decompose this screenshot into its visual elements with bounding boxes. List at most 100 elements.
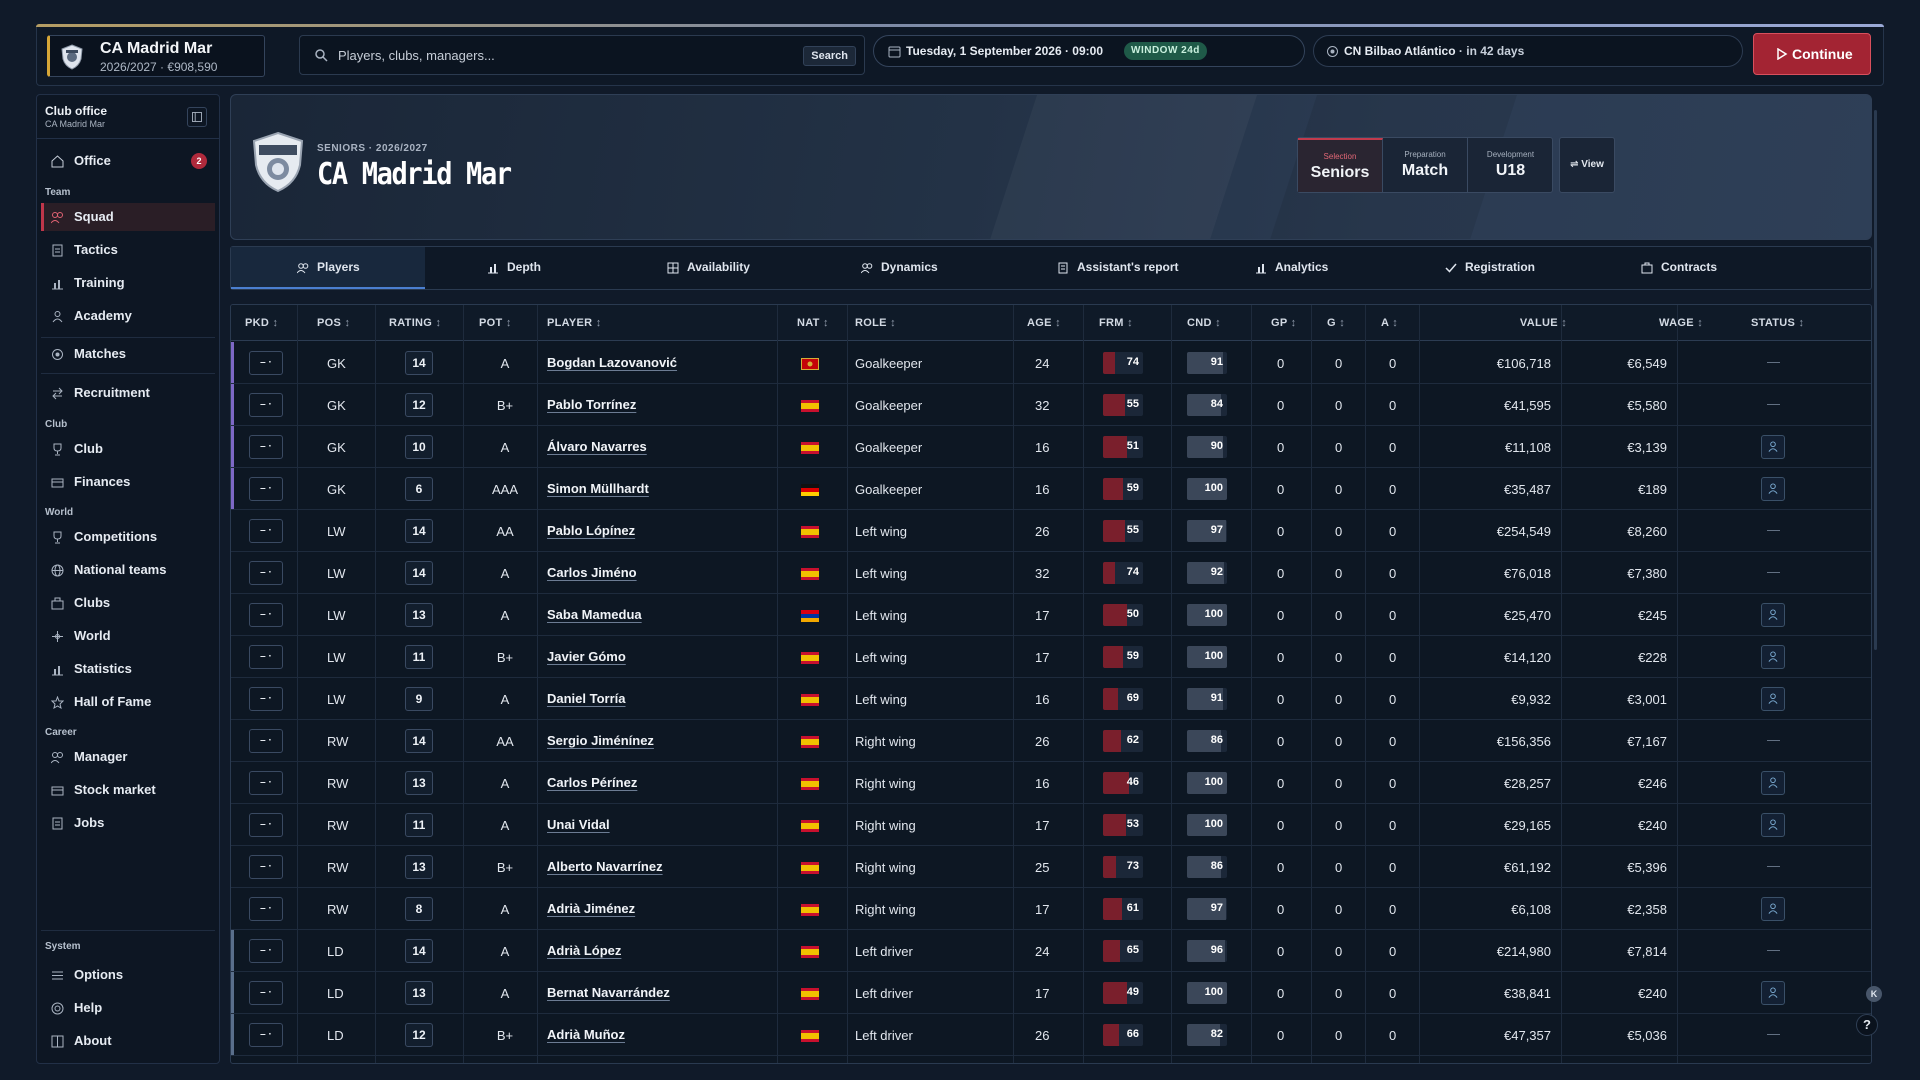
player-name-link[interactable]: Sergio Jiménínez: [547, 733, 654, 748]
player-name-link[interactable]: Adrià Jiménez: [547, 901, 635, 916]
pick-button[interactable]: – ·: [249, 813, 283, 837]
sidebar-item-squad[interactable]: Squad: [41, 203, 215, 231]
sidebar-item-hall-of-fame[interactable]: Hall of Fame: [41, 688, 215, 716]
next-match[interactable]: CN Bilbao Atlántico · in 42 days: [1313, 35, 1743, 67]
pick-button[interactable]: – ·: [249, 351, 283, 375]
sidebar-item-finances[interactable]: Finances: [41, 468, 215, 496]
pick-button[interactable]: – ·: [249, 771, 283, 795]
sidebar-item-statistics[interactable]: Statistics: [41, 655, 215, 683]
table-row[interactable]: – · LW 9 A Daniel Torría Left wing 16 69 91 0 0 0 €9…: [231, 678, 1871, 720]
table-row[interactable]: – · GK 14 A Bogdan Lazovanović Goalkeeper 24 74…: [231, 342, 1871, 384]
pick-button[interactable]: – ·: [249, 897, 283, 921]
column-header[interactable]: RATING ↕: [389, 317, 441, 329]
table-row[interactable]: – · RW 8 A Adrià Jiménez Right wing 17 61 97 0 0 0 €…: [231, 888, 1871, 930]
column-header[interactable]: POS ↕: [317, 317, 350, 329]
tab-assistants-report[interactable]: Assistant's report: [1007, 247, 1201, 289]
pick-button[interactable]: – ·: [249, 393, 283, 417]
sidebar-item-clubs[interactable]: Clubs: [41, 589, 215, 617]
tab-depth[interactable]: Depth: [425, 247, 619, 289]
youth-status-button[interactable]: [1761, 435, 1785, 459]
pick-button[interactable]: – ·: [249, 645, 283, 669]
table-row[interactable]: – · GK 6 AAA Simon Müllhardt Goalkeeper 16 59 10…: [231, 468, 1871, 510]
player-name-link[interactable]: Unai Vidal: [547, 817, 610, 832]
youth-status-button[interactable]: [1761, 687, 1785, 711]
sidebar-item-about[interactable]: About: [41, 1027, 215, 1055]
sidebar-item-training[interactable]: Training: [41, 269, 215, 297]
tab-registration[interactable]: Registration: [1395, 247, 1589, 289]
column-header[interactable]: G ↕: [1327, 317, 1345, 329]
column-header[interactable]: POT ↕: [479, 317, 512, 329]
player-name-link[interactable]: Carlos Pérínez: [547, 775, 637, 790]
table-row[interactable]: – · LW 14 AA Pablo Lópínez Left wing 26 55 97 0 0 0…: [231, 510, 1871, 552]
sidebar-item-club[interactable]: Club: [41, 435, 215, 463]
column-header[interactable]: PLAYER ↕: [547, 317, 602, 329]
sidebar-item-matches[interactable]: Matches: [41, 340, 215, 368]
sidebar-item-national-teams[interactable]: National teams: [41, 556, 215, 584]
sidebar-item-academy[interactable]: Academy: [41, 302, 215, 330]
pick-button[interactable]: – ·: [249, 477, 283, 501]
sidebar-item-jobs[interactable]: Jobs: [41, 809, 215, 837]
date-display[interactable]: Tuesday, 1 September 2026 · 09:00 WINDOW…: [873, 35, 1305, 67]
player-name-link[interactable]: Pablo Lópínez: [547, 523, 635, 538]
pick-button[interactable]: – ·: [249, 561, 283, 585]
player-name-link[interactable]: Adrià López: [547, 943, 621, 958]
view-options-button[interactable]: ⇌ View: [1559, 137, 1615, 193]
column-header[interactable]: WAGE ↕: [1659, 317, 1703, 329]
sidebar-item-stock-market[interactable]: Stock market: [41, 776, 215, 804]
player-name-link[interactable]: Álvaro Navarres: [547, 439, 647, 454]
continue-button[interactable]: Continue: [1753, 33, 1871, 75]
pick-button[interactable]: – ·: [249, 939, 283, 963]
column-header[interactable]: GP ↕: [1271, 317, 1296, 329]
pick-button[interactable]: – ·: [249, 981, 283, 1005]
global-search[interactable]: Players, clubs, managers... Search: [299, 35, 865, 75]
tab-players[interactable]: Players: [231, 247, 425, 289]
pick-button[interactable]: – ·: [249, 519, 283, 543]
column-header[interactable]: FRM ↕: [1099, 317, 1133, 329]
youth-status-button[interactable]: [1761, 771, 1785, 795]
player-name-link[interactable]: Bogdan Lazovanović: [547, 355, 677, 370]
segment-preparation[interactable]: Preparation Match: [1383, 138, 1468, 192]
column-header[interactable]: A ↕: [1381, 317, 1398, 329]
pick-button[interactable]: – ·: [249, 435, 283, 459]
player-name-link[interactable]: Bernat Navarrández: [547, 985, 670, 1000]
player-name-link[interactable]: Daniel Torría: [547, 691, 626, 706]
column-header[interactable]: NAT ↕: [797, 317, 829, 329]
column-header[interactable]: AGE ↕: [1027, 317, 1061, 329]
segment-selection[interactable]: Selection Seniors: [1298, 138, 1383, 192]
segment-development[interactable]: Development U18: [1468, 138, 1553, 192]
club-brand[interactable]: CA Madrid Mar 2026/2027 · €908,590: [47, 35, 265, 77]
pick-button[interactable]: – ·: [249, 729, 283, 753]
table-row[interactable]: – · LW 14 A Carlos Jiméno Left wing 32 74 92 0 0 0 €…: [231, 552, 1871, 594]
table-row[interactable]: – · LD 13 A Bernat Navarrández Left driver 17 4…: [231, 972, 1871, 1014]
sidebar-item-help[interactable]: Help: [41, 994, 215, 1022]
table-row[interactable]: – · GK 10 A Álvaro Navarres Goalkeeper 16 51 90 0…: [231, 426, 1871, 468]
column-header[interactable]: VALUE ↕: [1520, 317, 1567, 329]
search-button[interactable]: Search: [803, 46, 856, 66]
column-header[interactable]: ROLE ↕: [855, 317, 896, 329]
table-row[interactable]: – · RW 13 A Carlos Pérínez Right wing 16 46 100 0…: [231, 762, 1871, 804]
column-header[interactable]: STATUS ↕: [1751, 317, 1804, 329]
table-row[interactable]: – · RW 13 B+ Alberto Navarrínez Right wing 25 7…: [231, 846, 1871, 888]
table-row[interactable]: – · GK 12 B+ Pablo Torrínez Goalkeeper 32 55 84 0…: [231, 384, 1871, 426]
player-name-link[interactable]: Alberto Navarrínez: [547, 859, 663, 874]
pick-button[interactable]: – ·: [249, 855, 283, 879]
youth-status-button[interactable]: [1761, 603, 1785, 627]
tab-dynamics[interactable]: Dynamics: [813, 247, 1007, 289]
table-row[interactable]: – · LW 11 B+ Javier Gómo Left wing 17 59 100 0 0 0 €…: [231, 636, 1871, 678]
youth-status-button[interactable]: [1761, 981, 1785, 1005]
table-row[interactable]: – · LD 14 A Adrià López Left driver 24 65 96 0 0 0 €…: [231, 930, 1871, 972]
player-name-link[interactable]: Carlos Jiméno: [547, 565, 637, 580]
help-button[interactable]: ?: [1856, 1014, 1878, 1036]
tab-analytics[interactable]: Analytics: [1201, 247, 1395, 289]
sidebar-item-recruitment[interactable]: Recruitment: [41, 379, 215, 407]
column-header[interactable]: CND ↕: [1187, 317, 1221, 329]
sidebar-item-world[interactable]: World: [41, 622, 215, 650]
table-scrollbar[interactable]: [1874, 110, 1877, 650]
sidebar-item-competitions[interactable]: Competitions: [41, 523, 215, 551]
search-input[interactable]: Players, clubs, managers...: [338, 48, 495, 63]
sidebar-item-manager[interactable]: Manager: [41, 743, 215, 771]
column-header[interactable]: PKD ↕: [245, 317, 278, 329]
youth-status-button[interactable]: [1761, 645, 1785, 669]
table-row[interactable]: – · LW 13 A Saba Mamedua Left wing 17 50 100 0 0 0 €…: [231, 594, 1871, 636]
youth-status-button[interactable]: [1761, 477, 1785, 501]
